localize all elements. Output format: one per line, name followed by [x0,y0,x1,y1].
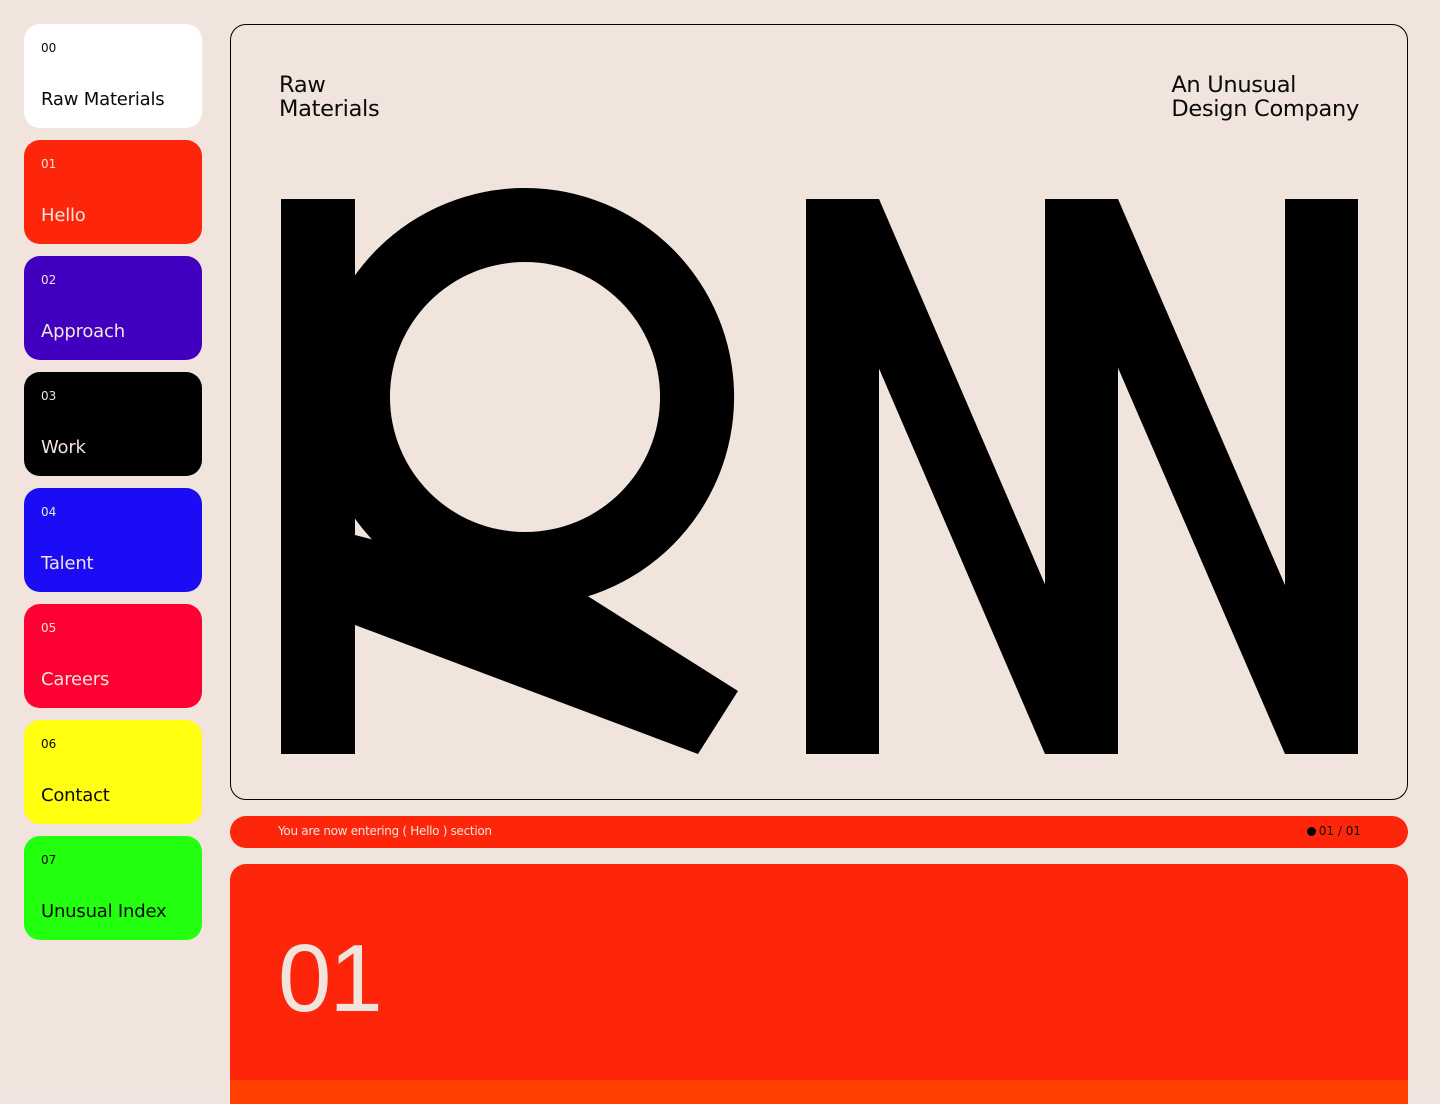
hello-section-panel: 01 [230,864,1408,1104]
sidebar-item-label: Raw Materials [41,89,165,110]
sidebar-item-number: 05 [41,621,57,635]
dot-indicator-icon [1306,826,1316,836]
sidebar-item-number: 04 [41,505,57,519]
sidebar-item-number: 01 [41,157,57,171]
sidebar-item-label: Approach [41,321,125,342]
rm-monogram-logo-icon [231,175,1358,775]
section-status-bar: You are now entering ( Hello ) section 0… [230,816,1408,848]
sidebar-item-approach[interactable]: 02 Approach [24,256,202,360]
sidebar-item-careers[interactable]: 05 Careers [24,604,202,708]
sidebar-item-number: 02 [41,273,57,287]
sidebar-nav: 00 Raw Materials 01 Hello 02 Approach 03 Work 04… [24,24,202,952]
section-counter: 01 / 01 [1306,824,1361,838]
sidebar-item-label: Work [41,437,86,458]
sidebar-item-number: 06 [41,737,57,751]
sidebar-item-label: Contact [41,785,110,806]
sidebar-item-number: 03 [41,389,57,403]
sidebar-item-unusual-index[interactable]: 07 Unusual Index [24,836,202,940]
sidebar-item-raw-materials[interactable]: 00 Raw Materials [24,24,202,128]
sidebar-item-number: 00 [41,41,57,55]
section-counter-text: 01 / 01 [1318,824,1361,838]
sidebar-item-hello[interactable]: 01 Hello [24,140,202,244]
section-number: 01 [278,925,383,1032]
sidebar-item-talent[interactable]: 04 Talent [24,488,202,592]
hero-frame: Raw Materials An Unusual Design Company [230,24,1408,800]
sidebar-item-label: Talent [41,553,94,574]
sidebar-item-label: Careers [41,669,110,690]
bottom-accent-strip [230,1080,1408,1104]
status-text: You are now entering ( Hello ) section [278,824,492,838]
sidebar-item-label: Unusual Index [41,901,167,922]
sidebar-item-contact[interactable]: 06 Contact [24,720,202,824]
sidebar-item-label: Hello [41,205,86,226]
sidebar-item-work[interactable]: 03 Work [24,372,202,476]
sidebar-item-number: 07 [41,853,57,867]
